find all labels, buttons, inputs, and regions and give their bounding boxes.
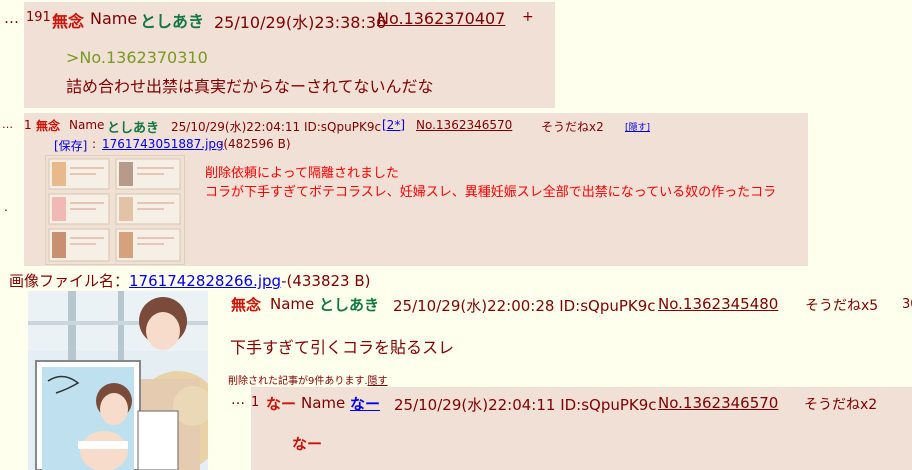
poster-name: としあき (107, 121, 160, 136)
post-date: 25/10/29(水)22:04:11 ID:sQpuPK9c (394, 396, 657, 414)
collage-thumbnail-art (46, 156, 184, 264)
file-link[interactable]: 1761743051887.jpg (102, 137, 224, 151)
collage-thumbnail[interactable] (45, 155, 185, 265)
save-link[interactable]: [保存] (54, 137, 87, 154)
post-date: 25/10/29(水)22:04:11 ID:sQpuPK9c (171, 120, 382, 134)
name-label: Name (90, 9, 138, 28)
op-file-size: -(433823 B) (281, 272, 371, 290)
deleted-note-text: 削除された記事が9件あります. (228, 376, 368, 387)
reply-post: 1 なー Name なー 25/10/29(水)22:04:11 ID:sQpu… (251, 387, 912, 470)
poster-name-link[interactable]: なー (350, 393, 380, 414)
post-body: 詰め合わせ出禁は真実だからなーされてないんだな (66, 77, 434, 96)
replies-link[interactable]: [2*] (382, 118, 405, 132)
isolated-notice: 削除依頼によって隔離されました (205, 166, 399, 181)
plus-button[interactable]: + (522, 9, 534, 25)
op-no-link[interactable]: No.1362345480 (658, 295, 778, 313)
post-subject: 無念 (52, 12, 85, 31)
op-poster-name: としあき (319, 296, 380, 314)
name-label: Name (301, 394, 346, 412)
sodane-button[interactable]: そうだねx2 (804, 394, 877, 414)
name-label: Name (69, 118, 105, 132)
poster-name: としあき (140, 12, 205, 31)
quote-line: >No.1362370310 (66, 48, 208, 67)
op-body: 下手すぎて引くコラを貼るスレ (230, 338, 455, 357)
file-label: 画像ファイル名： (9, 272, 130, 290)
op-file-info: 画像ファイル名：1761742828266.jpg-(433823 B) (9, 270, 371, 291)
op-subject: 無念 (231, 296, 262, 314)
file-size: -(482596 B) (219, 137, 291, 151)
post-date: 25/10/29(水)23:38:36 (214, 13, 387, 32)
post-body: コラが下手すぎてボテコラスレ、妊婦スレ、異種妊娠スレ全部で出禁になっている奴の作… (205, 185, 777, 200)
op-cut-text: 30 (902, 297, 912, 312)
post-no-link[interactable]: No.1362370407 (377, 9, 505, 28)
post-no-link[interactable]: No.1362346570 (658, 394, 778, 412)
op-file-link[interactable]: 1761742828266.jpg (129, 272, 281, 290)
post-no-link[interactable]: No.1362346570 (416, 118, 512, 132)
reply-marker: … (4, 9, 19, 27)
deleted-notice: 削除された記事が9件あります.隠す (228, 372, 388, 387)
op-image-art (28, 291, 208, 470)
deleted-hide-link[interactable]: 隠す (368, 376, 388, 387)
side-dot: . (4, 200, 8, 214)
post-number: 191 (26, 10, 51, 25)
op-image[interactable] (28, 291, 208, 470)
hide-link[interactable]: [隠す] (625, 120, 650, 133)
reply-post: 191 無念 Name としあき 25/10/29(水)23:38:36 No.… (24, 2, 555, 108)
post-number: 1 (251, 395, 260, 410)
op-sodane-button[interactable]: そうだねx5 (805, 295, 878, 315)
post-body: なー (292, 435, 323, 453)
post-subject: 無念 (36, 119, 61, 133)
post-number: 1 (24, 118, 32, 132)
post-subject: なー (266, 395, 297, 413)
sodane-button[interactable]: そうだねx2 (541, 118, 604, 135)
save-separator: : (92, 137, 97, 151)
reply-marker: … (231, 392, 245, 408)
op-date: 25/10/29(水)22:00:28 ID:sQpuPK9c (393, 297, 656, 315)
reply-post-isolated: 1 無念 Name としあき 25/10/29(水)22:04:11 ID:sQ… (24, 113, 808, 266)
name-label: Name (270, 295, 315, 313)
reply-marker: … (2, 118, 13, 131)
